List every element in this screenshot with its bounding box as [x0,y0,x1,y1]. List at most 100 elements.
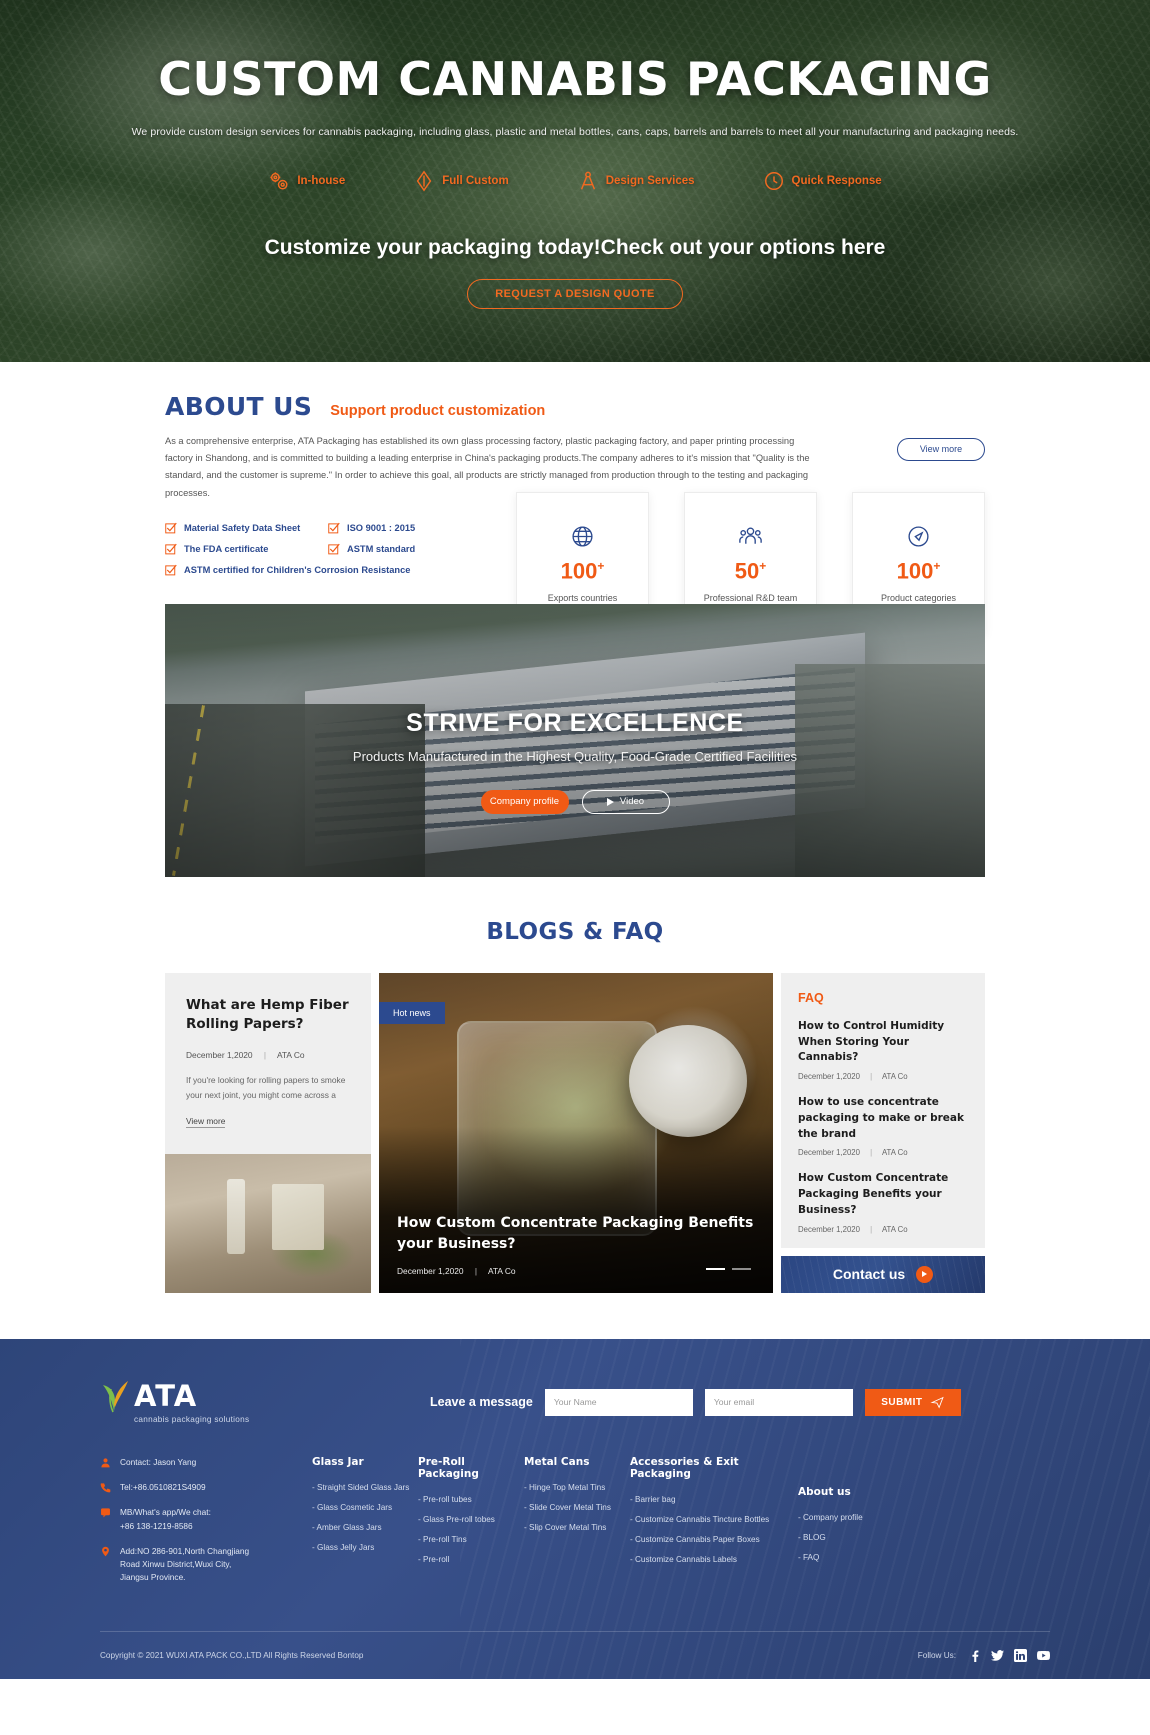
certification-item[interactable]: ASTM certified for Children's Corrosion … [165,564,410,576]
leaf-logo-icon [103,1380,128,1413]
facebook-icon[interactable] [968,1649,981,1662]
meta-separator: | [870,1224,873,1234]
video-button-label: Video [619,796,645,808]
name-input[interactable] [544,1388,693,1416]
footer-link[interactable]: - Pre-roll Tins [418,1535,524,1544]
footer-link[interactable]: - Customize Cannabis Tincture Bottles [630,1515,798,1524]
meta-separator: | [474,1265,478,1276]
hero-feature-label: Full Custom [442,175,509,187]
faq-question[interactable]: How to Control Humidity When Storing You… [798,1019,968,1066]
carousel-dot-1[interactable] [706,1267,725,1270]
stat-value: 100+ [896,558,941,584]
footer-column-heading: Pre-Roll Packaging [418,1455,479,1480]
hero-feature-list: In-house Full Custom Design Services Qui… [0,170,1150,192]
footer-link[interactable]: - Slide Cover Metal Tins [524,1503,630,1512]
faq-date: December 1,2020 [798,1072,860,1081]
faq-question[interactable]: How Custom Concentrate Packaging Benefit… [798,1171,968,1218]
footer-link[interactable]: - Pre-roll tubes [418,1495,524,1504]
certification-label: ASTM standard [347,543,416,554]
hero-subtitle: We provide custom design services for ca… [131,126,1019,138]
footer-contact-row: Tel:+86.0510821S4909 [100,1481,312,1494]
contact-us-box[interactable]: Contact us [781,1255,985,1293]
certification-item[interactable]: ASTM standard [328,543,415,555]
footer-contact-text: MB/What's app/We chat: +86 138-1219-8586 [120,1507,211,1531]
copyright-text: Copyright © 2021 WUXI ATA PACK CO.,LTD A… [100,1650,364,1660]
footer-link[interactable]: - Pre-roll [418,1555,524,1564]
hero-feature-design-services[interactable]: Design Services [577,170,695,192]
about-title: ABOUT US [165,392,313,421]
certification-item[interactable]: Material Safety Data Sheet [165,522,328,534]
checkbox-checked-icon [165,564,177,576]
checkbox-checked-icon [328,522,340,534]
footer-logo[interactable]: ATA cannabis packaging solutions [100,1379,430,1424]
faq-box: FAQ How to Control Humidity When Storing… [781,972,985,1248]
youtube-icon[interactable] [1037,1649,1050,1662]
email-input[interactable] [704,1388,853,1416]
footer-link[interactable]: - Customize Cannabis Paper Boxes [630,1535,798,1544]
footer-link[interactable]: - Glass Cosmetic Jars [312,1503,418,1512]
footer-column-metal-cans: Metal Cans - Hinge Top Metal Tins - Slid… [524,1456,630,1597]
footer-link[interactable]: - Amber Glass Jars [312,1523,418,1532]
footer-column-heading: Accessories & Exit Packaging [630,1455,739,1480]
hero-banner: CUSTOM CANNABIS PACKAGING We provide cus… [0,0,1150,362]
request-design-quote-button[interactable]: REQUEST A DESIGN QUOTE [467,279,683,309]
hero-feature-in-house[interactable]: In-house [268,170,345,192]
featured-heading: How Custom Concentrate Packaging Benefit… [397,1214,754,1252]
certification-label: Material Safety Data Sheet [184,522,301,533]
certification-label: ASTM certified for Children's Corrosion … [184,564,411,575]
certification-item[interactable]: The FDA certificate [165,543,328,555]
hero-feature-quick-response[interactable]: Quick Response [763,170,882,192]
submit-button[interactable]: SUBMIT [864,1388,961,1416]
footer-link[interactable]: - Company profile [798,1513,908,1522]
faq-item[interactable]: How to Control Humidity When Storing You… [798,1019,968,1081]
hot-news-badge: Hot news [379,1001,445,1024]
tag-icon [908,526,929,547]
blog-card-featured[interactable]: Hot news How Custom Concentrate Packagin… [379,972,773,1293]
faq-question[interactable]: How to use concentrate packaging to make… [798,1095,968,1142]
faq-item[interactable]: How Custom Concentrate Packaging Benefit… [798,1171,968,1233]
person-icon [101,1458,110,1468]
footer-logo-text: ATA [134,1378,198,1413]
blog-card-date: December 1,2020 [186,1049,253,1060]
gears-icon [270,172,288,190]
clock-icon [764,172,783,190]
featured-date: December 1,2020 [397,1265,464,1276]
footer-link[interactable]: - BLOG [798,1533,908,1542]
twitter-icon[interactable] [991,1649,1004,1662]
company-profile-button[interactable]: Company profile [480,789,569,814]
factory-subtitle: Products Manufactured in the Highest Qua… [352,748,798,764]
footer-logo-tagline: cannabis packaging solutions [134,1414,250,1424]
social-links: Follow Us: [918,1648,1050,1662]
faq-meta: December 1,2020 | ATA Co [798,1072,968,1081]
carousel-dots [706,1267,751,1270]
checkbox-checked-icon [165,543,177,555]
video-button[interactable]: Video [581,789,670,814]
faq-meta: December 1,2020 | ATA Co [798,1148,968,1157]
footer-link[interactable]: - Straight Sided Glass Jars [312,1483,418,1492]
footer-link[interactable]: - Customize Cannabis Labels [630,1555,798,1564]
meta-separator: | [870,1148,873,1158]
location-icon [102,1546,109,1557]
footer-column-preroll: Pre-Roll Packaging - Pre-roll tubes - Gl… [418,1456,524,1597]
footer-link[interactable]: - Slip Cover Metal Tins [524,1523,630,1532]
footer-contact-row: Contact: Jason Yang [100,1456,312,1469]
faq-title: FAQ [798,990,824,1005]
hero-feature-full-custom[interactable]: Full Custom [413,170,509,192]
footer-link[interactable]: - Glass Pre-roll tobes [418,1515,524,1524]
checkbox-checked-icon [165,522,177,534]
footer-link[interactable]: - FAQ [798,1553,908,1562]
hero-feature-label: Design Services [605,175,695,187]
blog-card-left[interactable]: What are Hemp Fiber Rolling Papers? Dece… [165,972,371,1293]
carousel-dot-2[interactable] [732,1267,751,1270]
footer-link[interactable]: - Glass Jelly Jars [312,1543,418,1552]
faq-item[interactable]: How to use concentrate packaging to make… [798,1095,968,1157]
certification-item[interactable]: ISO 9001 : 2015 [328,522,415,534]
hero-feature-label: Quick Response [791,175,882,187]
footer-column-accessories: Accessories & Exit Packaging - Barrier b… [630,1456,798,1597]
faq-date: December 1,2020 [798,1224,860,1234]
footer-link[interactable]: - Hinge Top Metal Tins [524,1483,630,1492]
footer-link[interactable]: - Barrier bag [630,1495,798,1504]
about-view-more-button[interactable]: View more [897,438,985,461]
blog-card-view-more-link[interactable]: View more [186,1116,226,1129]
linkedin-icon[interactable] [1014,1648,1027,1662]
